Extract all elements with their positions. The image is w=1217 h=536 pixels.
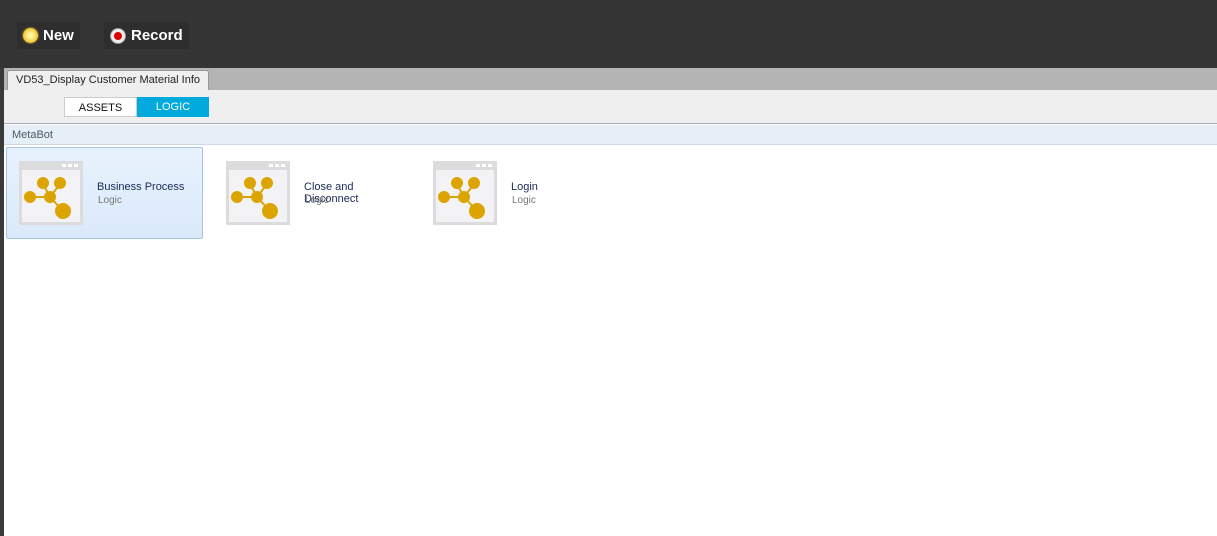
item-type: Logic — [512, 195, 536, 206]
record-label: Record — [131, 27, 183, 44]
logic-item[interactable]: Business Process Logic — [6, 147, 203, 239]
tab-logic[interactable]: LOGIC — [137, 97, 209, 117]
item-name: Login — [511, 181, 538, 193]
sun-icon — [23, 28, 38, 43]
toolbar: New Record — [0, 0, 1217, 68]
section-header: MetaBot — [4, 125, 1217, 145]
logic-item[interactable]: Login Logic — [420, 147, 617, 239]
record-icon — [110, 27, 126, 44]
logic-flow-icon — [226, 161, 290, 225]
tab-assets[interactable]: ASSETS — [64, 97, 137, 117]
logic-flow-icon — [19, 161, 83, 225]
logic-flow-icon — [433, 161, 497, 225]
item-type: Logic — [98, 195, 122, 206]
new-label: New — [43, 27, 74, 44]
new-button[interactable]: New — [17, 22, 80, 49]
view-switcher: ASSETS LOGIC — [4, 90, 1217, 124]
logic-item[interactable]: Close and Disconnect Logic — [213, 147, 410, 239]
item-name: Business Process — [97, 181, 185, 193]
record-button[interactable]: Record — [104, 22, 189, 49]
document-tab[interactable]: VD53_Display Customer Material Info — [7, 70, 210, 90]
item-type: Logic — [305, 195, 329, 206]
document-tabs: VD53_Display Customer Material Info — [4, 68, 1217, 90]
